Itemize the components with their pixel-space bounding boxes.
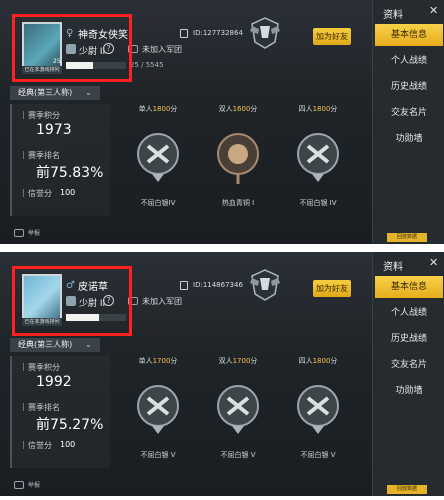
duo-rank[interactable]: 双人1700分 不屈白银 V [196,356,280,468]
sidebar-item-social-card[interactable]: 交友名片 [375,102,443,124]
experience-text: 25 / 5545 [130,61,164,69]
divider: | [22,440,25,449]
silver-rank-emblem-icon [297,385,339,434]
sidebar: 资料 ✕ 基本信息 个人战绩 历史战绩 交友名片 功勋墙 回放数据 [372,0,444,244]
season-rank-label: 赛季排名 [28,403,60,412]
mode-title: 四人1800分 [298,105,338,113]
report-label[interactable]: 举报 [28,480,40,489]
clan-status: 未加入军团 [142,45,182,54]
credit-value: 100 [60,188,76,197]
season-rank-percent: 前75.27% [36,417,104,433]
squad-rank[interactable]: 四人1800分 不屈白银 IV [276,104,360,216]
season-rank-percent: 前75.83% [36,165,104,181]
silver-rank-emblem-icon [137,133,179,182]
season-score: 1992 [36,374,72,390]
credit-label: 信誉分 [28,189,52,198]
sidebar: 资料 ✕ 基本信息 个人战绩 历史战绩 交友名片 功勋墙 回放数据 [372,252,444,496]
tier-name: 热血青铜 I [221,199,255,207]
duo-rank[interactable]: 双人1600分 热血青铜 I [196,104,280,216]
report-label[interactable]: 举报 [28,228,40,237]
player-id: ID:114867346 [193,281,243,289]
chevron-down-icon[interactable]: ⌄ [85,86,92,100]
divider: | [22,150,25,159]
copy-icon[interactable] [180,281,188,290]
replay-button[interactable]: 回放数据 [387,233,427,242]
sidebar-item-merit-wall[interactable]: 功勋墙 [375,128,443,150]
clan-status: 未加入军团 [142,297,182,306]
season-stats [10,356,110,468]
solo-rank[interactable]: 单人1700分 不屈白银 V [116,356,200,468]
mode-title: 四人1800分 [298,357,338,365]
sidebar-item-social-card[interactable]: 交友名片 [375,354,443,376]
divider: | [22,402,25,411]
player-id: ID:127732864 [193,29,243,37]
credit-value: 100 [60,440,76,449]
tier-name: 不屈白银 IV [299,199,337,207]
silver-rank-emblem-icon [137,385,179,434]
copy-icon[interactable] [180,29,188,38]
close-icon[interactable]: ✕ [429,256,438,269]
mode-title: 双人1700分 [218,357,258,365]
divider: | [22,188,25,197]
bronze-rank-emblem-icon [217,133,259,184]
sidebar-title: 资料 [383,262,403,273]
solo-rank[interactable]: 单人1800分 不屈白银IV [116,104,200,216]
tier-name: 不屈白银 V [300,451,336,459]
silver-rank-emblem-icon [217,385,259,434]
tier-name: 不屈白银 V [220,451,256,459]
divider: | [22,110,25,119]
chevron-down-icon[interactable]: ⌄ [85,338,92,352]
season-badge-icon [250,17,280,49]
red-highlight-box [12,266,132,336]
credit-label: 信誉分 [28,441,52,450]
season-stats [10,104,110,216]
sidebar-item-history-record[interactable]: 历史战绩 [375,76,443,98]
season-rank-label: 赛季排名 [28,151,60,160]
report-icon[interactable] [14,229,24,237]
silver-rank-emblem-icon [297,133,339,182]
divider: | [22,362,25,371]
profile-panel-top: 已在本游戏排列 25 ♀ 神奇女侠笑 少尉 II ? 未加入军团 25 / 55… [0,0,444,244]
sidebar-item-basic-info[interactable]: 基本信息 [375,24,443,46]
add-friend-button[interactable]: 加为好友 [313,28,351,45]
sidebar-item-personal-record[interactable]: 个人战绩 [375,50,443,72]
sidebar-item-merit-wall[interactable]: 功勋墙 [375,380,443,402]
tier-name: 不屈白银IV [140,199,176,207]
tier-name: 不屈白银 V [140,451,176,459]
season-badge-icon [250,269,280,301]
mode-title: 双人1600分 [218,105,258,113]
season-score-label: 赛季积分 [28,111,60,120]
replay-button[interactable]: 回放数据 [387,485,427,494]
report-icon[interactable] [14,481,24,489]
sidebar-item-personal-record[interactable]: 个人战绩 [375,302,443,324]
mode-title: 单人1800分 [138,105,178,113]
add-friend-button[interactable]: 加为好友 [313,280,351,297]
close-icon[interactable]: ✕ [429,4,438,17]
red-highlight-box [12,14,132,82]
season-score: 1973 [36,122,72,138]
sidebar-item-basic-info[interactable]: 基本信息 [375,276,443,298]
sidebar-item-history-record[interactable]: 历史战绩 [375,328,443,350]
squad-rank[interactable]: 四人1800分 不屈白银 V [276,356,360,468]
sidebar-title: 资料 [383,10,403,21]
mode-title: 单人1700分 [138,357,178,365]
season-score-label: 赛季积分 [28,363,60,372]
profile-panel-bottom: 已在本游戏排列 ♂ 皮诺草 少尉 II ? 未加入军团 ID:114867346… [0,252,444,496]
